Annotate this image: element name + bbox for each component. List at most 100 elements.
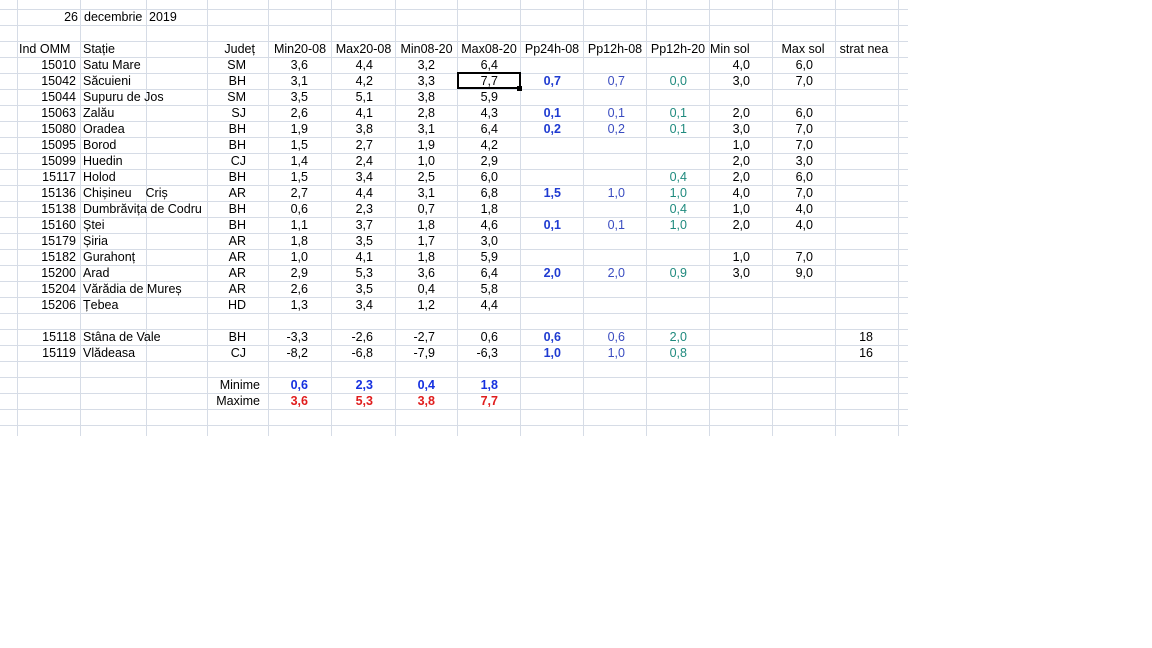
header-cell[interactable]: Max08-20	[458, 41, 520, 57]
cell-pp12a[interactable]	[584, 201, 625, 217]
cell-min2008[interactable]: 3,1	[269, 73, 308, 89]
cell-max0820[interactable]: 0,6	[458, 329, 498, 345]
cell-min2008[interactable]: -3,3	[269, 329, 308, 345]
cell-snow[interactable]	[836, 57, 873, 73]
maxime-label[interactable]: Maxime	[209, 393, 260, 409]
cell-maxsol[interactable]: 7,0	[773, 185, 813, 201]
cell-min0820[interactable]: 3,2	[396, 57, 435, 73]
cell-pp12a[interactable]	[584, 169, 625, 185]
cell-max0820[interactable]: 6,4	[458, 265, 498, 281]
cell-maxsol[interactable]	[773, 345, 813, 361]
cell-min0820[interactable]: 1,0	[396, 153, 435, 169]
cell-pp24[interactable]	[521, 89, 561, 105]
cell-max2008[interactable]: 4,2	[332, 73, 373, 89]
cell-maxsol[interactable]	[773, 281, 813, 297]
cell-station[interactable]: Ștei	[83, 217, 207, 233]
cell-max2008[interactable]: 5,3	[332, 265, 373, 281]
cell-pp24[interactable]	[521, 153, 561, 169]
cell-maxsol[interactable]: 6,0	[773, 105, 813, 121]
cell-snow[interactable]	[836, 281, 873, 297]
cell-id[interactable]: 15160	[18, 217, 76, 233]
cell-county[interactable]: AR	[209, 265, 246, 281]
cell-id[interactable]: 15010	[18, 57, 76, 73]
cell-minsol[interactable]	[710, 329, 750, 345]
cell-station[interactable]: Borod	[83, 137, 207, 153]
cell-minsol[interactable]: 1,0	[710, 249, 750, 265]
cell-snow[interactable]	[836, 137, 873, 153]
cell-snow[interactable]: 16	[836, 345, 873, 361]
cell-id[interactable]: 15179	[18, 233, 76, 249]
cell-pp24[interactable]: 1,0	[521, 345, 561, 361]
cell-snow[interactable]	[836, 73, 873, 89]
cell-id[interactable]: 15044	[18, 89, 76, 105]
cell-minsol[interactable]: 1,0	[710, 137, 750, 153]
maxime-value[interactable]: 5,3	[332, 393, 373, 409]
maxime-value[interactable]: 7,7	[458, 393, 498, 409]
active-cell-selection[interactable]	[457, 72, 521, 89]
cell-pp24[interactable]	[521, 233, 561, 249]
cell-pp12b[interactable]: 0,4	[647, 201, 687, 217]
cell-county[interactable]: BH	[209, 121, 246, 137]
cell-pp12b[interactable]: 0,8	[647, 345, 687, 361]
cell-id[interactable]: 15204	[18, 281, 76, 297]
cell-pp12b[interactable]	[647, 153, 687, 169]
header-cell[interactable]: Stație	[83, 41, 146, 57]
cell-county[interactable]: AR	[209, 281, 246, 297]
cell-min0820[interactable]: 3,6	[396, 265, 435, 281]
cell-minsol[interactable]: 1,0	[710, 201, 750, 217]
cell-min0820[interactable]: 1,9	[396, 137, 435, 153]
cell-min0820[interactable]: 1,2	[396, 297, 435, 313]
cell-pp12a[interactable]	[584, 137, 625, 153]
cell-min2008[interactable]: 3,6	[269, 57, 308, 73]
cell-station[interactable]: Dumbrăvița de Codru	[83, 201, 207, 217]
cell-id[interactable]: 15119	[18, 345, 76, 361]
cell-station[interactable]: Stâna de Vale	[83, 329, 207, 345]
cell-max2008[interactable]: 2,7	[332, 137, 373, 153]
cell-min2008[interactable]: 3,5	[269, 89, 308, 105]
cell-minsol[interactable]: 4,0	[710, 185, 750, 201]
cell-min2008[interactable]: 2,6	[269, 281, 308, 297]
cell-maxsol[interactable]: 7,0	[773, 73, 813, 89]
cell-min2008[interactable]: 1,5	[269, 169, 308, 185]
cell-county[interactable]: BH	[209, 137, 246, 153]
cell-pp24[interactable]: 0,1	[521, 105, 561, 121]
cell-max2008[interactable]: 2,3	[332, 201, 373, 217]
cell-max2008[interactable]: -6,8	[332, 345, 373, 361]
cell-maxsol[interactable]: 4,0	[773, 201, 813, 217]
cell-min2008[interactable]: 2,6	[269, 105, 308, 121]
cell-maxsol[interactable]: 9,0	[773, 265, 813, 281]
cell-minsol[interactable]	[710, 89, 750, 105]
cell-county[interactable]: SM	[209, 57, 246, 73]
cell-max2008[interactable]: 2,4	[332, 153, 373, 169]
cell-min2008[interactable]: 1,1	[269, 217, 308, 233]
cell-id[interactable]: 15042	[18, 73, 76, 89]
cell-snow[interactable]	[836, 121, 873, 137]
cell-id[interactable]: 15206	[18, 297, 76, 313]
cell-max0820[interactable]: 4,6	[458, 217, 498, 233]
cell-pp12a[interactable]	[584, 57, 625, 73]
cell-min2008[interactable]: 1,0	[269, 249, 308, 265]
cell-pp24[interactable]: 0,2	[521, 121, 561, 137]
cell-station[interactable]: Arad	[83, 265, 207, 281]
cell-maxsol[interactable]	[773, 89, 813, 105]
cell-station[interactable]: Supuru de Jos	[83, 89, 207, 105]
cell-pp12a[interactable]	[584, 281, 625, 297]
cell-maxsol[interactable]: 7,0	[773, 137, 813, 153]
cell-station[interactable]: Chișineu Criș	[83, 185, 207, 201]
cell-pp12a[interactable]: 0,2	[584, 121, 625, 137]
cell-min0820[interactable]: 2,8	[396, 105, 435, 121]
header-cell[interactable]: Județ	[209, 41, 255, 57]
cell-id[interactable]: 15182	[18, 249, 76, 265]
cell-pp12a[interactable]: 0,6	[584, 329, 625, 345]
cell-max0820[interactable]: 3,0	[458, 233, 498, 249]
minime-value[interactable]: 1,8	[458, 377, 498, 393]
cell-pp12a[interactable]	[584, 153, 625, 169]
cell-pp24[interactable]	[521, 281, 561, 297]
cell-max2008[interactable]: 3,7	[332, 217, 373, 233]
cell-station[interactable]: Șiria	[83, 233, 207, 249]
cell-min0820[interactable]: 1,8	[396, 249, 435, 265]
cell-pp12b[interactable]: 0,4	[647, 169, 687, 185]
cell-pp12a[interactable]: 1,0	[584, 185, 625, 201]
cell-snow[interactable]	[836, 297, 873, 313]
cell-min0820[interactable]: 3,3	[396, 73, 435, 89]
